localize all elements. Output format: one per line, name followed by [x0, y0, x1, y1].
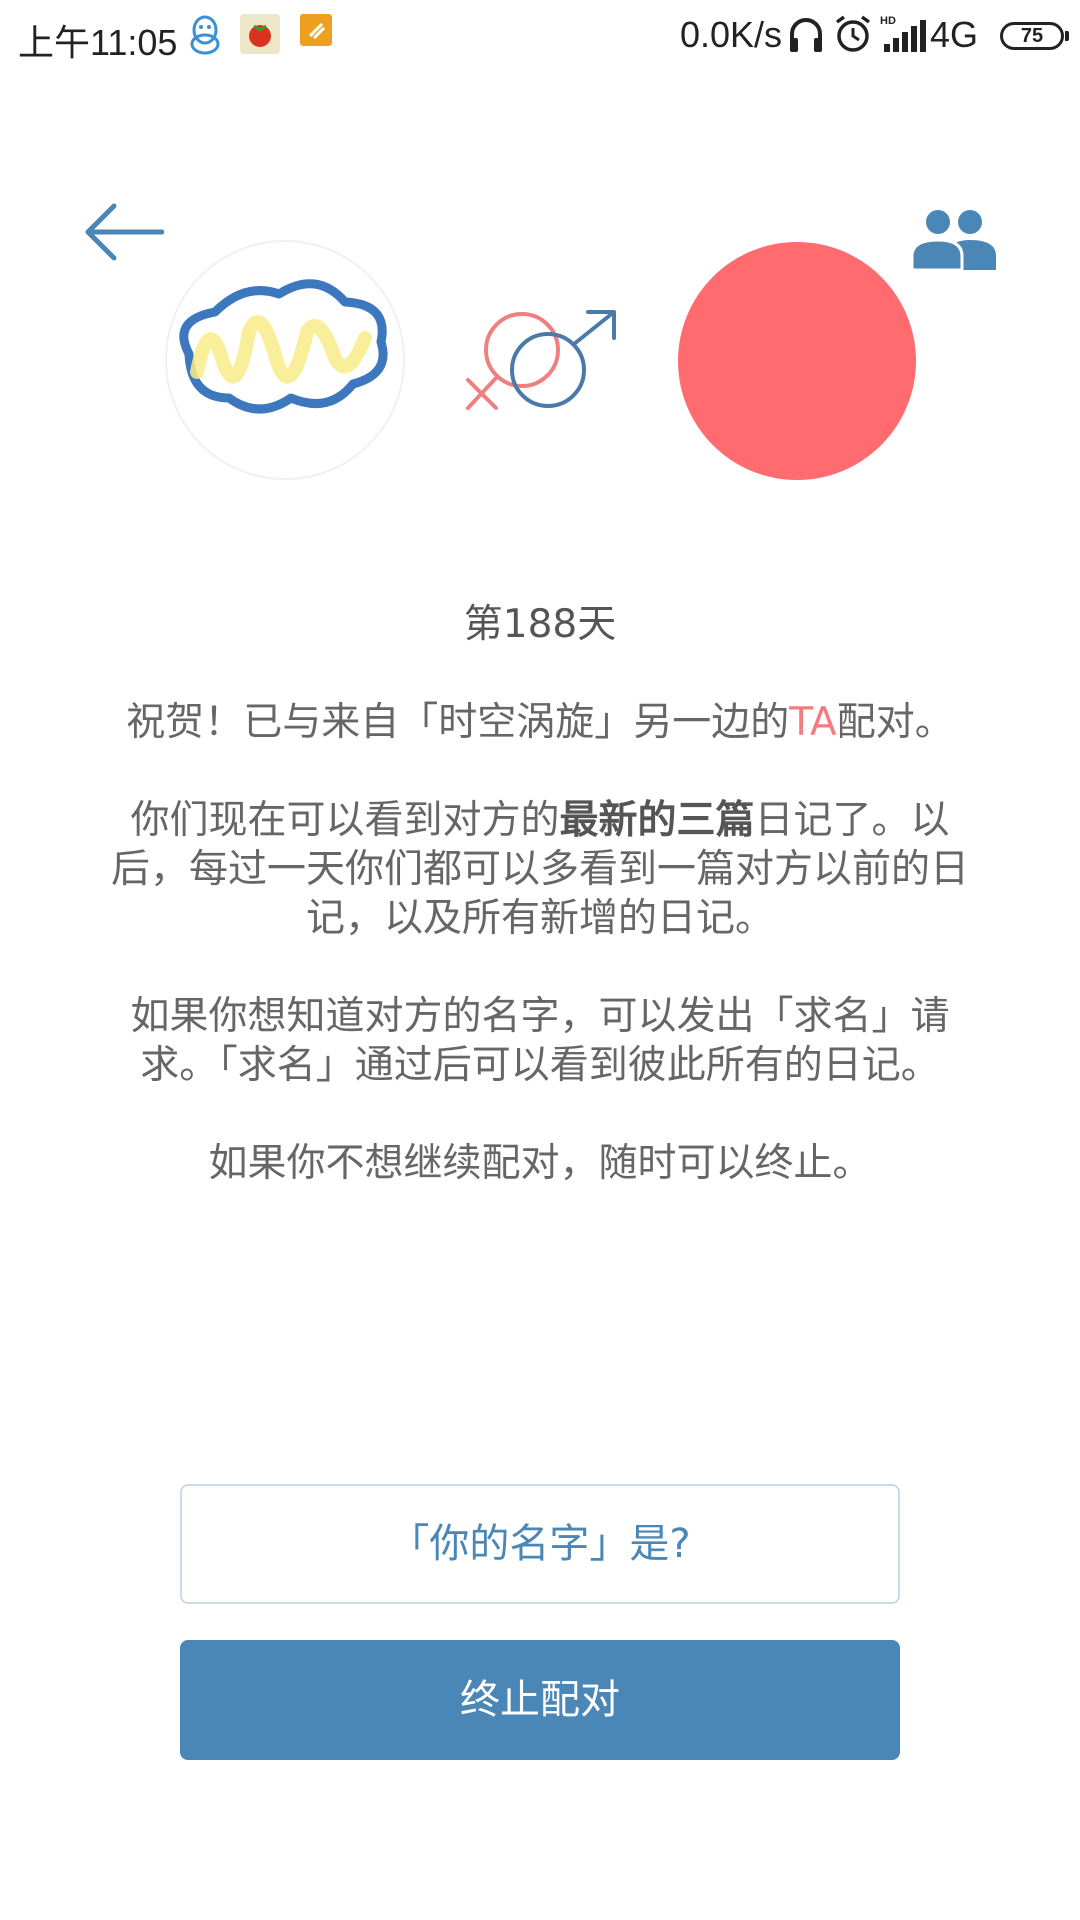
- headphones-icon: [790, 18, 822, 52]
- ask-name-paragraph: 如果你想知道对方的名字，可以发出「求名」请求。「求名」通过后可以看到彼此所有的日…: [130, 994, 950, 1088]
- status-bar: 上午11:05 0.0K/s HD 4G 75: [0, 0, 1080, 74]
- pairing-message: 第188天 祝贺！已与来自「时空涡旋」另一边的TA配对。 你们现在可以看到对方的…: [110, 600, 970, 1237]
- back-arrow-icon[interactable]: [84, 200, 164, 264]
- hd-signal-icon: HD: [880, 15, 926, 52]
- qq-icon: [190, 15, 220, 55]
- female-male-icon: [466, 310, 616, 410]
- svg-text:HD: HD: [880, 15, 896, 27]
- partner-avatar[interactable]: [678, 242, 916, 480]
- latest-three-bold: 最新的三篇: [559, 798, 755, 843]
- day-count: 第188天: [463, 602, 617, 647]
- scribble-avatar-icon: [179, 279, 388, 414]
- status-time: 上午11:05: [18, 22, 178, 63]
- my-avatar[interactable]: [165, 240, 405, 480]
- visibility-prefix: 你们现在可以看到对方的: [130, 798, 560, 843]
- alarm-icon: [835, 15, 871, 52]
- congrats-paragraph: 祝贺！已与来自「时空涡旋」另一边的TA配对。: [110, 698, 970, 747]
- people-icon[interactable]: [912, 208, 996, 270]
- clean-app-icon: [300, 14, 332, 46]
- network-speed: 0.0K/s: [680, 14, 783, 55]
- tomato-app-icon: [240, 14, 280, 54]
- battery-indicator: 75: [1000, 22, 1069, 50]
- end-pair-paragraph: 如果你不想继续配对，随时可以终止。: [208, 1141, 872, 1186]
- ta-highlight: TA: [789, 700, 837, 745]
- visibility-paragraph: 你们现在可以看到对方的最新的三篇日记了。以后，每过一天你们都可以多看到一篇对方以…: [110, 796, 970, 943]
- ask-name-button[interactable]: 「你的名字」是?: [180, 1484, 900, 1604]
- congrats-suffix: 配对。: [836, 700, 954, 745]
- end-pair-button[interactable]: 终止配对: [180, 1640, 900, 1760]
- congrats-prefix: 祝贺！已与来自「时空涡旋」另一边的: [126, 700, 790, 745]
- network-type: 4G: [930, 14, 979, 55]
